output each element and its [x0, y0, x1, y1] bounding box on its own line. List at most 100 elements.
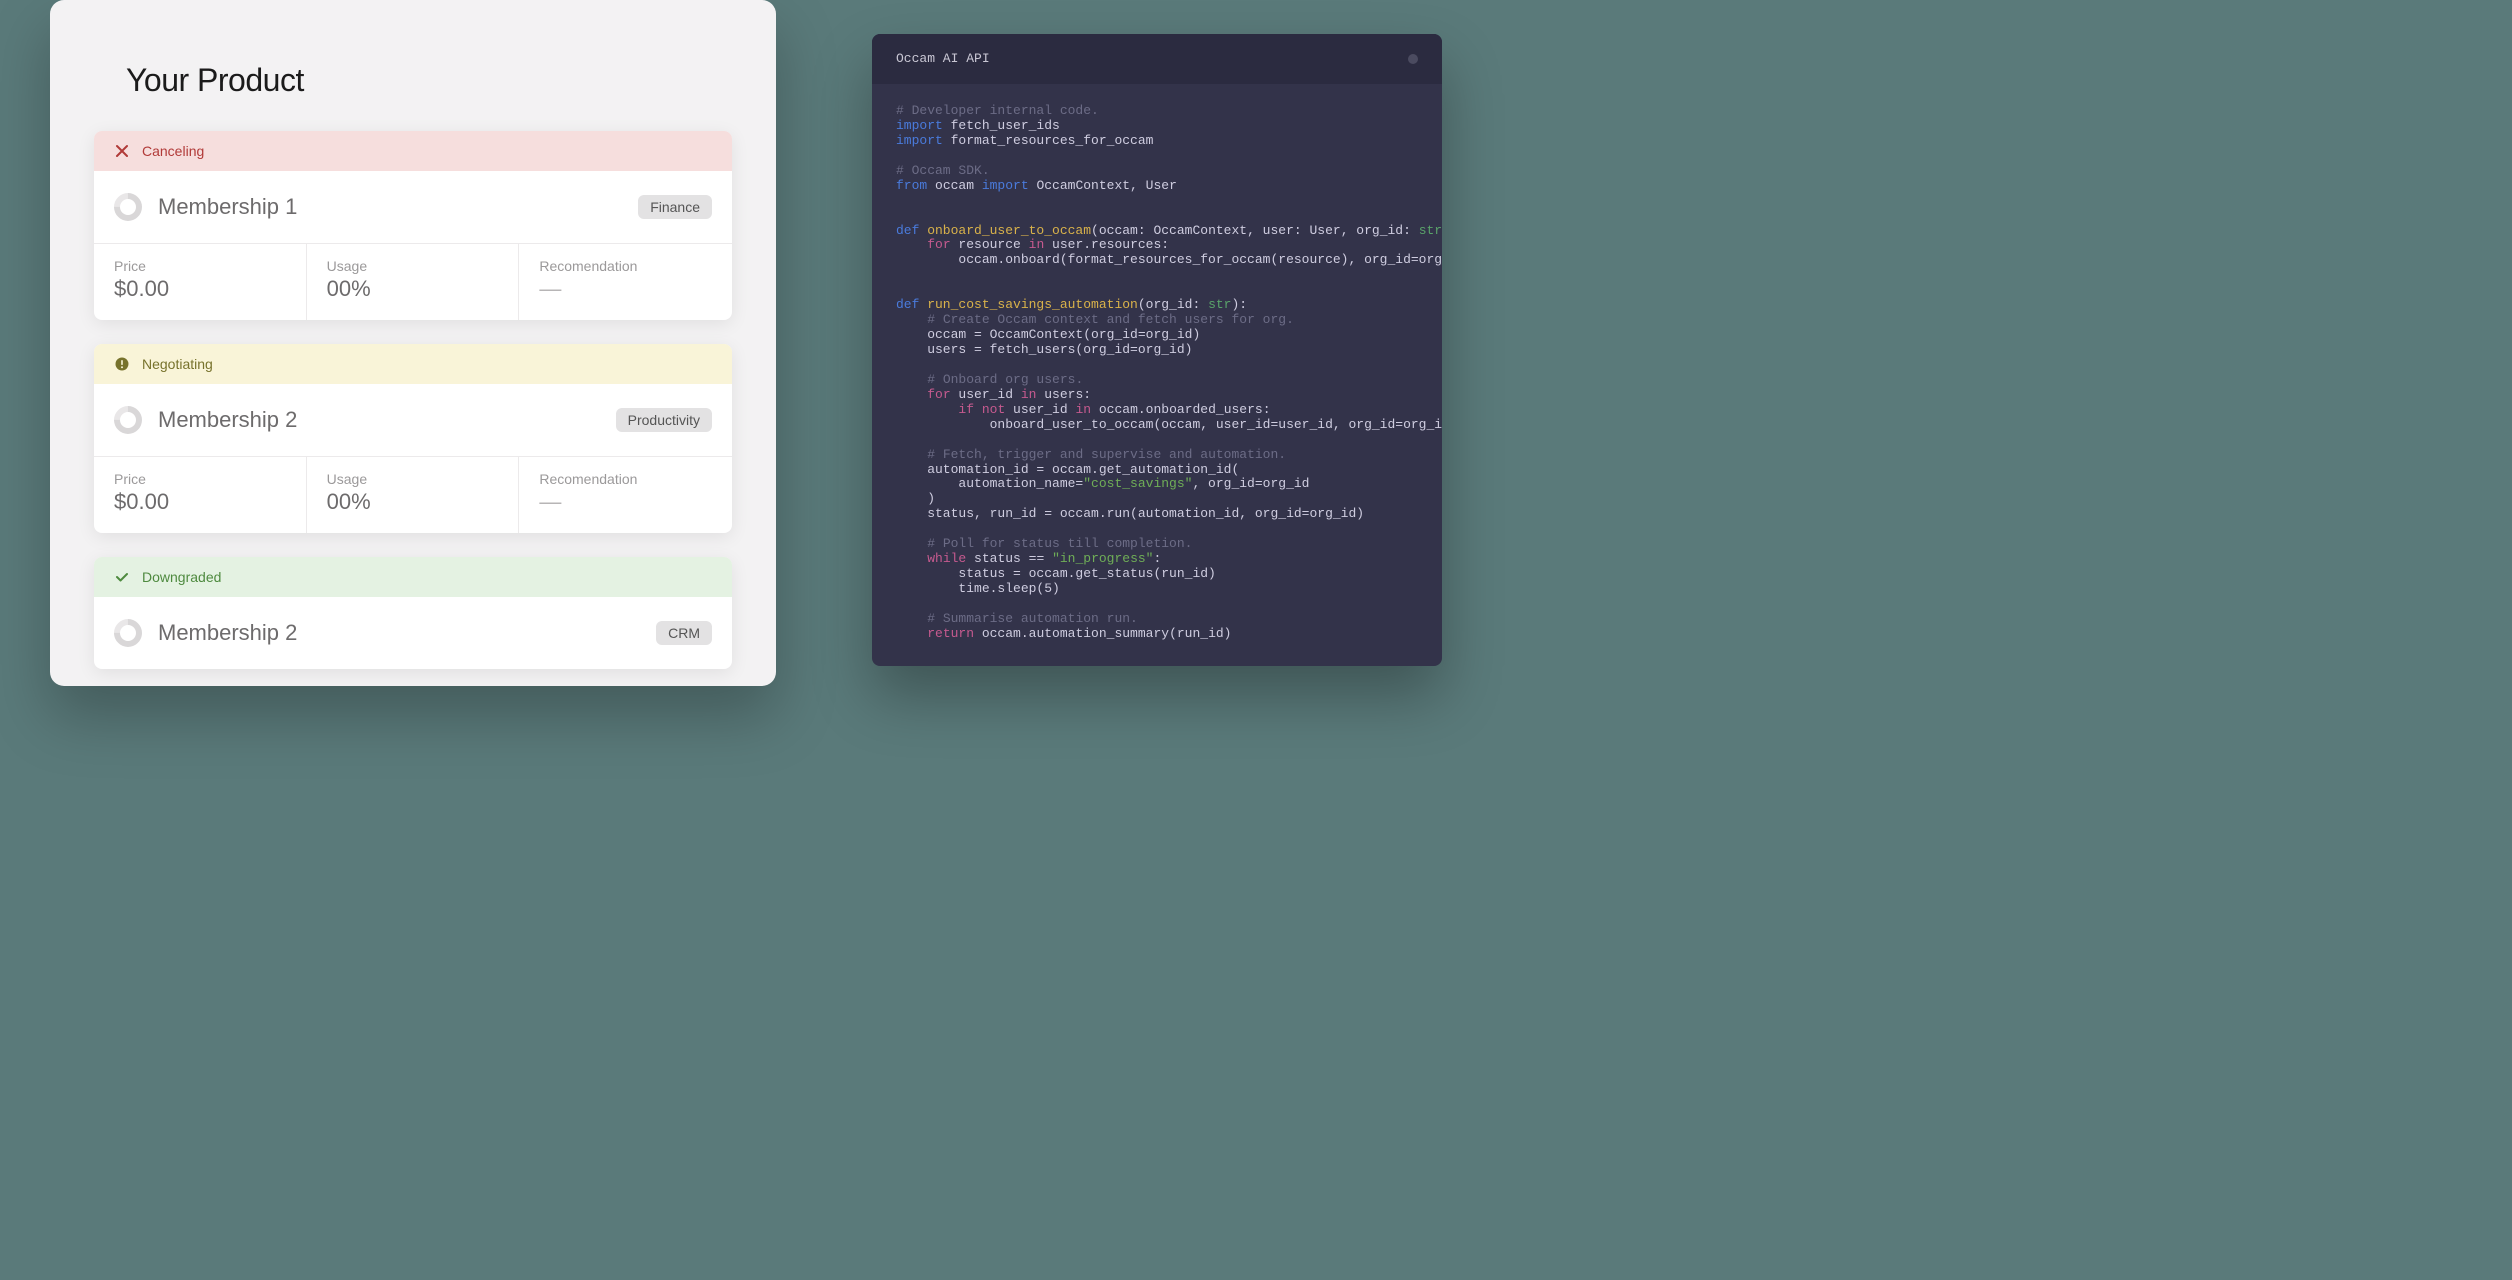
code-string: "cost_savings"	[1083, 476, 1192, 491]
stat-usage: Usage 00%	[307, 244, 520, 320]
category-tag: Productivity	[616, 408, 712, 432]
membership-stats: Price $0.00 Usage 00% Recomendation —	[94, 243, 732, 320]
code-card: Occam AI API # Developer internal code. …	[872, 34, 1442, 666]
code-keyword: def	[896, 297, 919, 312]
code-text: status, run_id = occam.run(automation_id…	[896, 506, 1364, 521]
code-comment: # Summarise automation run.	[927, 611, 1138, 626]
code-text: onboard_user_to_occam(occam, user_id=use…	[896, 417, 1442, 432]
stat-price: Price $0.00	[94, 244, 307, 320]
code-keyword: if	[958, 402, 974, 417]
code-text: fetch_user_ids	[943, 118, 1060, 133]
code-text: ):	[1231, 297, 1247, 312]
code-text: resource	[951, 237, 1029, 252]
membership-header: Membership 2 CRM	[94, 597, 732, 669]
code-text: status ==	[966, 551, 1052, 566]
status-bar-negotiating: Negotiating	[94, 344, 732, 384]
code-text: automation_name=	[896, 476, 1083, 491]
membership-header: Membership 1 Finance	[94, 171, 732, 243]
stat-value: $0.00	[114, 489, 286, 515]
code-text: status = occam.get_status(run_id)	[896, 566, 1216, 581]
code-text: automation_id = occam.get_automation_id(	[896, 462, 1239, 477]
stat-usage: Usage 00%	[307, 457, 520, 533]
ring-icon	[108, 613, 148, 653]
stat-label: Usage	[327, 471, 499, 487]
status-label: Canceling	[142, 143, 204, 159]
stat-label: Recomendation	[539, 258, 712, 274]
product-title: Your Product	[50, 62, 776, 131]
code-text: users:	[1036, 387, 1091, 402]
stat-price: Price $0.00	[94, 457, 307, 533]
code-text: occam.automation_summary(run_id)	[974, 626, 1231, 641]
category-tag: CRM	[656, 621, 712, 645]
code-comment: # Fetch, trigger and supervise and autom…	[927, 447, 1286, 462]
code-text: occam = OccamContext(org_id=org_id)	[896, 327, 1200, 342]
status-label: Negotiating	[142, 356, 213, 372]
code-function: run_cost_savings_automation	[919, 297, 1137, 312]
stat-label: Recomendation	[539, 471, 712, 487]
code-keyword: import	[896, 133, 943, 148]
code-comment: # Poll for status till completion.	[927, 536, 1192, 551]
membership-card: Downgraded Membership 2 CRM	[94, 557, 732, 669]
code-keyword: in	[1029, 237, 1045, 252]
code-text: time.sleep(5)	[896, 581, 1060, 596]
category-tag: Finance	[638, 195, 712, 219]
status-bar-canceling: Canceling	[94, 131, 732, 171]
code-text: occam.onboarded_users:	[1091, 402, 1270, 417]
membership-card: Canceling Membership 1 Finance Price $0.…	[94, 131, 732, 320]
code-keyword: import	[896, 118, 943, 133]
code-text: , org_id=org_id	[1192, 476, 1309, 491]
status-bar-downgraded: Downgraded	[94, 557, 732, 597]
code-keyword: def	[896, 223, 919, 238]
code-body: # Developer internal code. import fetch_…	[872, 84, 1442, 666]
code-text: format_resources_for_occam	[943, 133, 1154, 148]
membership-stats: Price $0.00 Usage 00% Recomendation —	[94, 456, 732, 533]
status-label: Downgraded	[142, 569, 221, 585]
code-text: user_id	[1005, 402, 1075, 417]
code-text: :	[1153, 551, 1161, 566]
code-text: (occam: OccamContext, user: User, org_id…	[1091, 223, 1419, 238]
code-keyword: while	[927, 551, 966, 566]
stat-value: —	[539, 489, 712, 515]
code-text: occam.onboard(format_resources_for_occam…	[896, 252, 1442, 267]
code-text: OccamContext, User	[1029, 178, 1177, 193]
membership-name: Membership 2	[158, 620, 297, 646]
code-text: )	[896, 491, 935, 506]
code-text: users = fetch_users(org_id=org_id)	[896, 342, 1192, 357]
stat-label: Price	[114, 471, 286, 487]
code-comment: # Onboard org users.	[927, 372, 1083, 387]
check-icon	[114, 569, 130, 585]
code-function: onboard_user_to_occam	[919, 223, 1091, 238]
code-text: (org_id:	[1138, 297, 1208, 312]
code-keyword: for	[927, 387, 950, 402]
code-string: "in_progress"	[1052, 551, 1153, 566]
code-text: user.resources:	[1044, 237, 1169, 252]
code-keyword: not	[982, 402, 1005, 417]
stat-label: Price	[114, 258, 286, 274]
code-keyword: import	[982, 178, 1029, 193]
code-titlebar: Occam AI API	[872, 34, 1442, 84]
code-title: Occam AI API	[896, 52, 990, 67]
code-text: occam	[927, 178, 982, 193]
code-keyword: in	[1021, 387, 1037, 402]
code-keyword: return	[927, 626, 974, 641]
code-comment: # Developer internal code.	[896, 103, 1099, 118]
membership-name: Membership 1	[158, 194, 297, 220]
code-type: str	[1208, 297, 1231, 312]
code-keyword: for	[927, 237, 950, 252]
product-card: Your Product Canceling Membership 1 Fina…	[50, 0, 776, 686]
ring-icon	[108, 187, 148, 227]
ring-icon	[108, 400, 148, 440]
window-dot-icon	[1408, 54, 1418, 64]
stat-recommendation: Recomendation —	[519, 457, 732, 533]
code-comment: # Occam SDK.	[896, 163, 990, 178]
stat-value: $0.00	[114, 276, 286, 302]
code-keyword: from	[896, 178, 927, 193]
membership-name: Membership 2	[158, 407, 297, 433]
code-comment: # Create Occam context and fetch users f…	[927, 312, 1294, 327]
stat-value: 00%	[327, 276, 499, 302]
stat-recommendation: Recomendation —	[519, 244, 732, 320]
membership-header: Membership 2 Productivity	[94, 384, 732, 456]
x-icon	[114, 143, 130, 159]
code-keyword: in	[1075, 402, 1091, 417]
alert-icon	[114, 356, 130, 372]
